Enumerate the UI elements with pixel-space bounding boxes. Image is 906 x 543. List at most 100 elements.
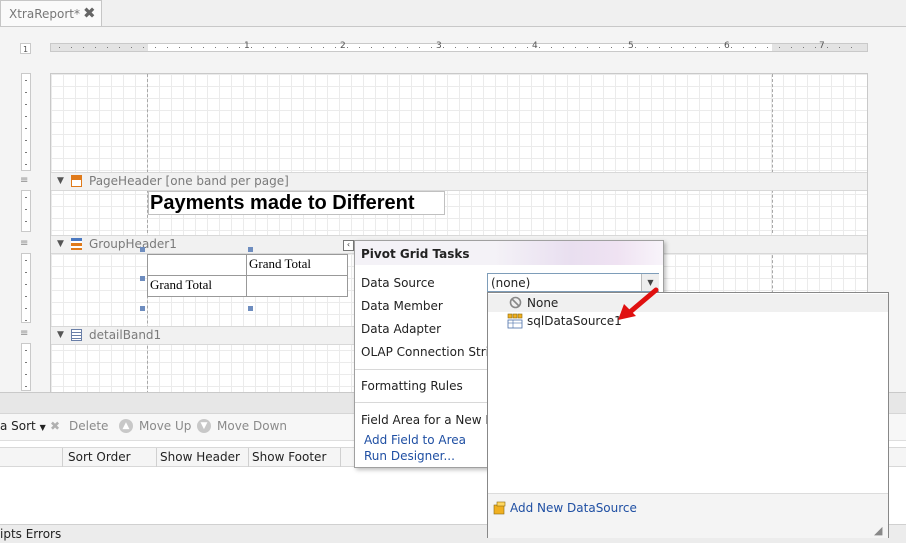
group-header-band-icon bbox=[71, 238, 82, 250]
ruler-tick bbox=[767, 47, 768, 48]
ruler-tick bbox=[851, 47, 852, 48]
column-header-show-header[interactable]: Show Header bbox=[160, 450, 240, 464]
ruler-tick bbox=[25, 128, 27, 129]
ruler-number: 2 bbox=[340, 41, 346, 51]
ruler-tick bbox=[623, 47, 624, 48]
report-title-label[interactable]: Payments made to Different bbox=[148, 191, 445, 215]
report-title-text: Payments made to Different bbox=[150, 192, 415, 214]
resize-handle[interactable] bbox=[248, 306, 253, 311]
formatting-rules-label: Formatting Rules bbox=[361, 379, 463, 393]
band-page-header[interactable]: ▼ PageHeader [one band per page] bbox=[51, 172, 867, 191]
ruler-tick bbox=[755, 47, 756, 48]
data-member-label: Data Member bbox=[361, 299, 443, 313]
ruler-tick bbox=[25, 92, 27, 93]
ruler-number: 1 bbox=[244, 41, 250, 51]
add-sort-label: a Sort bbox=[0, 419, 36, 433]
ruler-tick bbox=[275, 47, 276, 48]
pivot-data-cell bbox=[246, 275, 348, 297]
move-up-icon: ▲ bbox=[119, 419, 133, 433]
collapse-caret-icon[interactable]: ▼ bbox=[57, 176, 64, 186]
ruler-tick bbox=[695, 47, 696, 48]
ruler-number: 4 bbox=[532, 41, 538, 51]
resize-handle[interactable] bbox=[140, 276, 145, 281]
add-datasource-icon bbox=[493, 501, 506, 515]
data-adapter-label: Data Adapter bbox=[361, 322, 442, 336]
ruler-tick bbox=[815, 47, 816, 48]
pivot-column-grand-total: Grand Total bbox=[246, 254, 348, 276]
none-icon bbox=[509, 296, 522, 309]
ruler-tick bbox=[179, 47, 180, 48]
ruler-tick bbox=[419, 47, 420, 48]
ruler-tick bbox=[659, 47, 660, 48]
ruler-tick bbox=[527, 47, 528, 48]
resize-grip-icon[interactable]: ◢ bbox=[874, 524, 882, 537]
run-designer-link[interactable]: Run Designer... bbox=[364, 449, 455, 463]
resize-handle[interactable] bbox=[140, 247, 145, 252]
band-grip-icon[interactable]: ≡ bbox=[20, 175, 28, 186]
data-source-label: Data Source bbox=[361, 276, 435, 290]
detail-band-icon bbox=[71, 329, 82, 341]
ruler-tick bbox=[671, 47, 672, 48]
collapse-caret-icon[interactable]: ▼ bbox=[57, 330, 64, 340]
tasks-title: Pivot Grid Tasks bbox=[361, 247, 470, 261]
ruler-tick bbox=[83, 47, 84, 48]
dropdown-item-sqldatasource1[interactable]: sqlDataSource1 bbox=[488, 312, 888, 330]
dropdown-footer: Add New DataSource ◢ bbox=[488, 493, 888, 538]
ruler-tick bbox=[395, 47, 396, 48]
page-header-band-icon bbox=[71, 175, 82, 187]
band-grip-icon[interactable]: ≡ bbox=[20, 328, 28, 339]
ruler-tick bbox=[803, 47, 804, 48]
ruler-tick bbox=[119, 47, 120, 48]
olap-connection-label: OLAP Connection String bbox=[361, 345, 505, 359]
ruler-tick bbox=[25, 260, 27, 261]
datasource-icon bbox=[507, 313, 523, 329]
close-icon[interactable]: ✖ bbox=[83, 4, 96, 22]
ruler-number: 7 bbox=[819, 41, 825, 51]
ruler-tick bbox=[191, 47, 192, 48]
data-source-value: (none) bbox=[491, 276, 531, 290]
smart-tag-collapse-icon[interactable]: ‹ bbox=[343, 240, 354, 251]
column-header-show-footer[interactable]: Show Footer bbox=[252, 450, 326, 464]
move-up-button[interactable]: Move Up bbox=[139, 419, 191, 433]
column-separator bbox=[248, 448, 249, 467]
ruler-tick bbox=[131, 47, 132, 48]
ruler-tick bbox=[25, 80, 27, 81]
tab-xtrareport[interactable]: XtraReport* ✖ bbox=[0, 0, 102, 26]
add-sort-button[interactable]: a Sort ▼ bbox=[0, 419, 46, 433]
ruler-tick bbox=[383, 47, 384, 48]
annotation-arrow-icon bbox=[618, 287, 659, 320]
ruler-tick bbox=[239, 47, 240, 48]
ruler-tick bbox=[299, 47, 300, 48]
collapse-caret-icon[interactable]: ▼ bbox=[57, 239, 64, 249]
resize-handle[interactable] bbox=[248, 247, 253, 252]
vertical-ruler-page-header bbox=[21, 190, 31, 232]
scripts-errors-tab[interactable]: ipts Errors bbox=[0, 527, 61, 541]
ruler-tick bbox=[25, 296, 27, 297]
ruler-tick bbox=[25, 374, 27, 375]
band-label: detailBand1 bbox=[89, 328, 162, 342]
ruler-tick bbox=[25, 308, 27, 309]
ruler-tick bbox=[479, 47, 480, 48]
ruler-tick bbox=[359, 47, 360, 48]
move-down-button[interactable]: Move Down bbox=[217, 419, 287, 433]
band-label: PageHeader [one band per page] bbox=[89, 174, 289, 188]
band-grip-icon[interactable]: ≡ bbox=[20, 238, 28, 249]
band-label: GroupHeader1 bbox=[89, 237, 177, 251]
column-header-sort-order[interactable]: Sort Order bbox=[68, 450, 131, 464]
ruler-tick bbox=[515, 47, 516, 48]
delete-button[interactable]: Delete bbox=[69, 419, 108, 433]
add-new-datasource-link[interactable]: Add New DataSource bbox=[510, 501, 637, 515]
tab-label: XtraReport* bbox=[9, 7, 80, 21]
ruler-number: 3 bbox=[436, 41, 442, 51]
ruler-tick bbox=[719, 47, 720, 48]
ruler-tick bbox=[25, 284, 27, 285]
ruler-tick bbox=[791, 47, 792, 48]
dropdown-item-none[interactable]: None bbox=[488, 294, 888, 312]
ruler-tick bbox=[683, 47, 684, 48]
resize-handle[interactable] bbox=[140, 306, 145, 311]
add-field-to-area-link[interactable]: Add Field to Area bbox=[364, 433, 466, 447]
dropdown-item-label: sqlDataSource1 bbox=[527, 314, 622, 328]
ruler-tick bbox=[25, 209, 27, 210]
ruler-tick bbox=[95, 47, 96, 48]
ruler-tick bbox=[575, 47, 576, 48]
